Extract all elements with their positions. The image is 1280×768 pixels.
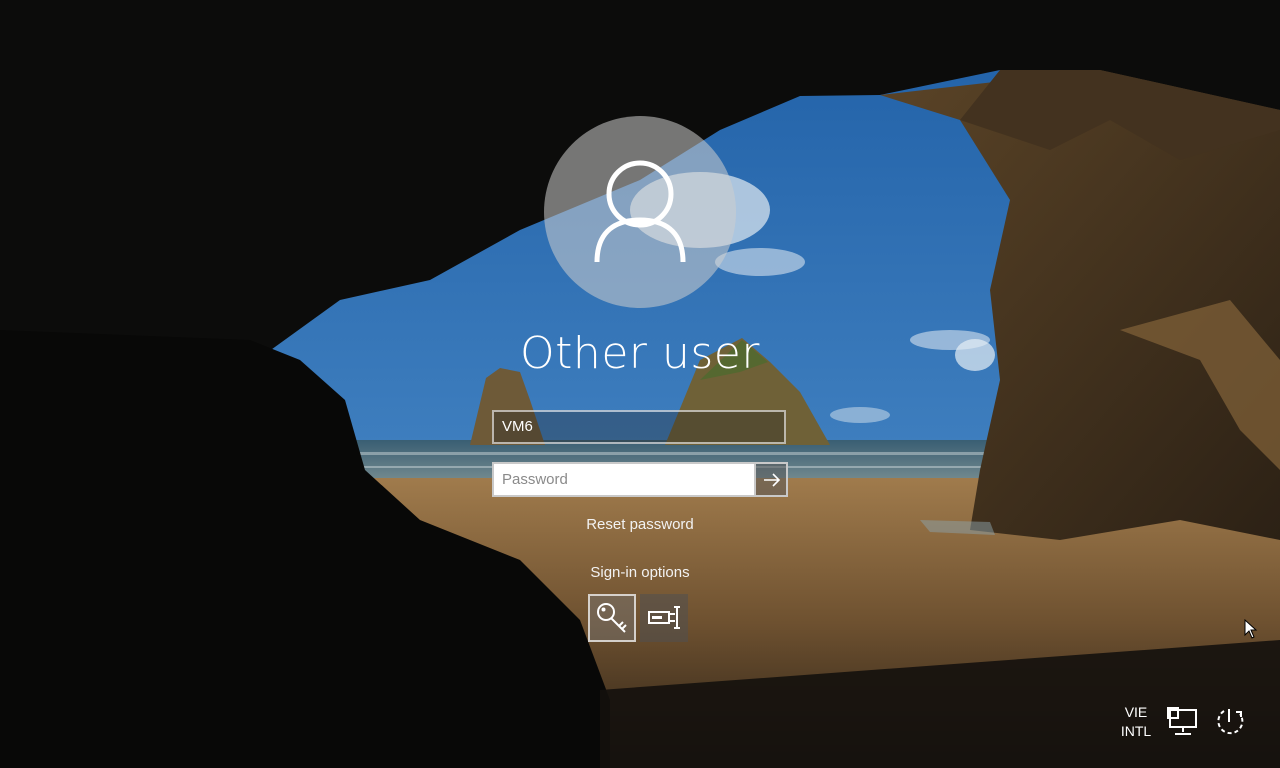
language-line-2: INTL <box>1120 723 1152 739</box>
sign-in-option-smart-card[interactable] <box>640 594 688 642</box>
lock-screen: Other user VM6 Reset password Sign-in op… <box>0 0 1280 768</box>
user-silhouette-icon <box>594 160 686 263</box>
sign-in-option-password[interactable] <box>588 594 636 642</box>
arrow-right-icon <box>764 473 781 487</box>
language-line-1: VIE <box>1124 704 1148 720</box>
power-icon[interactable] <box>1212 704 1248 740</box>
reset-password-link[interactable]: Reset password <box>540 515 740 535</box>
key-icon <box>597 603 627 633</box>
username-field[interactable]: VM6 <box>492 410 786 444</box>
smart-card-icon <box>648 606 680 629</box>
sign-in-options-link[interactable]: Sign-in options <box>540 563 740 583</box>
mouse-pointer-icon <box>1244 619 1258 639</box>
submit-button[interactable] <box>754 462 788 497</box>
user-avatar <box>544 116 736 308</box>
password-row <box>492 462 788 497</box>
language-indicator[interactable]: VIE INTL <box>1114 703 1158 741</box>
user-display-name: Other user <box>520 328 760 379</box>
password-input[interactable] <box>492 462 755 497</box>
login-panel: Other user VM6 Reset password Sign-in op… <box>0 0 1280 768</box>
network-icon[interactable] <box>1166 704 1202 740</box>
